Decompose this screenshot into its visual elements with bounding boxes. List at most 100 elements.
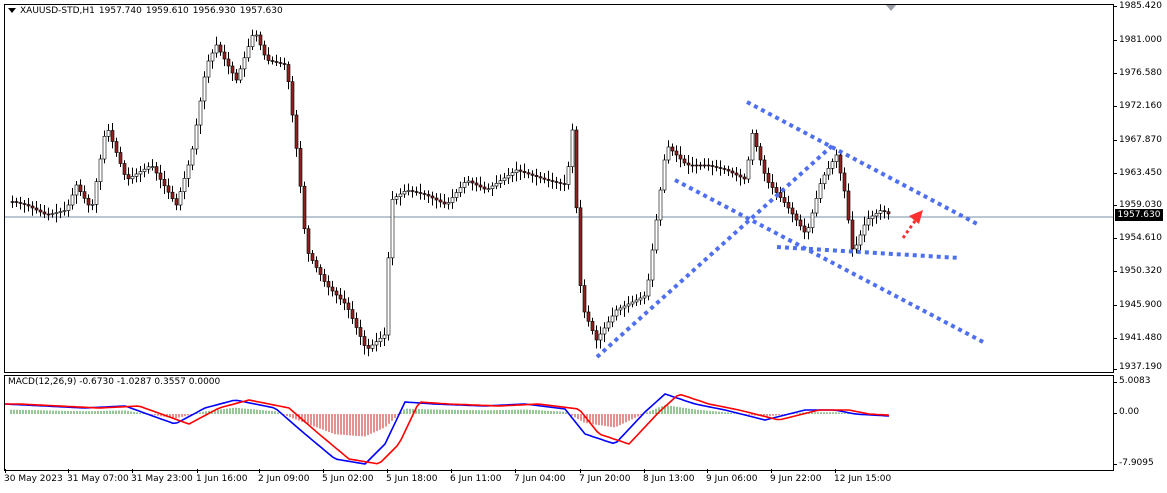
candle — [758, 146, 763, 161]
candle — [626, 303, 631, 307]
candle — [454, 192, 459, 198]
candle — [662, 159, 667, 191]
candle — [150, 166, 155, 168]
high-value: 1959.610 — [145, 6, 189, 16]
time-tick: 12 Jun 15:00 — [834, 474, 892, 484]
candle — [858, 234, 863, 246]
candle — [558, 182, 563, 184]
price-tick: 1985.420 — [1119, 1, 1162, 11]
candle — [406, 190, 411, 192]
candle — [666, 146, 671, 161]
candle — [434, 197, 439, 201]
trendline-uptrend — [595, 143, 835, 359]
candle — [250, 35, 255, 47]
candle — [598, 333, 603, 341]
candle — [670, 146, 675, 152]
candle — [826, 168, 831, 176]
candle — [734, 172, 739, 176]
candle — [638, 297, 643, 301]
candle — [102, 136, 107, 160]
time-tick: 8 Jun 13:00 — [643, 474, 695, 484]
price-chart-pane[interactable]: XAUUSD-STD,H1 1957.740 1959.610 1956.930 195… — [4, 4, 1114, 373]
candle — [886, 211, 891, 215]
trendline-resistance — [746, 100, 980, 227]
candle — [222, 51, 227, 60]
candle — [710, 165, 715, 167]
candle — [842, 172, 847, 192]
candle — [810, 212, 815, 228]
candle — [502, 177, 507, 181]
candle — [498, 180, 503, 184]
time-tick: 7 Jun 20:00 — [579, 474, 631, 484]
macd-tick: -7.9095 — [1119, 458, 1154, 468]
candle — [194, 124, 199, 150]
candle — [154, 166, 159, 174]
candle — [514, 169, 519, 173]
candle — [146, 166, 151, 170]
candle — [342, 298, 347, 304]
open-value: 1957.740 — [98, 6, 142, 16]
candle — [310, 253, 315, 261]
candle — [714, 166, 719, 168]
candle — [142, 168, 147, 172]
candle — [326, 281, 331, 288]
candle — [426, 194, 431, 197]
candle — [802, 225, 807, 233]
candle — [674, 150, 679, 156]
candle — [314, 260, 319, 268]
price-tick: 1972.160 — [1119, 101, 1162, 111]
price-tick: 1967.870 — [1119, 135, 1162, 145]
candle — [86, 198, 91, 206]
macd-pane[interactable]: MACD(12,26,9) -0.6730 -1.0287 0.3557 0.0… — [4, 375, 1114, 471]
candle — [122, 163, 127, 175]
candle — [750, 133, 755, 161]
symbol-timeframe: XAUUSD-STD,H1 — [20, 6, 95, 16]
candle — [530, 173, 535, 176]
time-tick: 5 Jun 02:00 — [322, 474, 374, 484]
trendline-neckline — [776, 245, 961, 260]
candle — [162, 179, 167, 187]
candle — [798, 219, 803, 227]
candle — [282, 63, 287, 65]
candle — [562, 183, 567, 185]
candle — [254, 34, 259, 37]
candle — [678, 154, 683, 160]
candle — [430, 195, 435, 199]
candle — [46, 213, 51, 216]
candle — [118, 152, 123, 164]
candle — [770, 182, 775, 188]
candle — [286, 64, 291, 82]
candle — [238, 68, 243, 81]
candle — [794, 213, 799, 221]
dropdown-triangle-icon[interactable] — [8, 8, 16, 13]
price-tick: 1950.320 — [1119, 266, 1162, 276]
candle — [574, 129, 579, 209]
chart-window[interactable]: XAUUSD-STD,H1 1957.740 1959.610 1956.930 195… — [0, 0, 1167, 493]
candle — [730, 170, 735, 174]
candle — [210, 52, 215, 62]
candle — [766, 173, 771, 183]
candle — [394, 196, 399, 200]
time-tick: 9 Jun 22:00 — [770, 474, 822, 484]
candle — [298, 148, 303, 187]
candle — [318, 267, 323, 275]
candle — [538, 176, 543, 179]
candle — [90, 204, 95, 206]
candle — [18, 202, 23, 204]
candle — [370, 344, 375, 349]
candlestick-chart — [5, 5, 1113, 359]
candle — [774, 187, 779, 193]
candle — [854, 244, 859, 250]
candle — [178, 191, 183, 206]
candle — [198, 100, 203, 126]
candle — [686, 162, 691, 166]
candle — [402, 191, 407, 195]
candle — [814, 198, 819, 214]
candle — [322, 274, 327, 282]
candle — [578, 207, 583, 286]
candle — [658, 189, 663, 221]
candle — [38, 209, 43, 213]
candle — [330, 286, 335, 292]
candle — [450, 197, 455, 203]
low-value: 1956.930 — [192, 6, 236, 16]
